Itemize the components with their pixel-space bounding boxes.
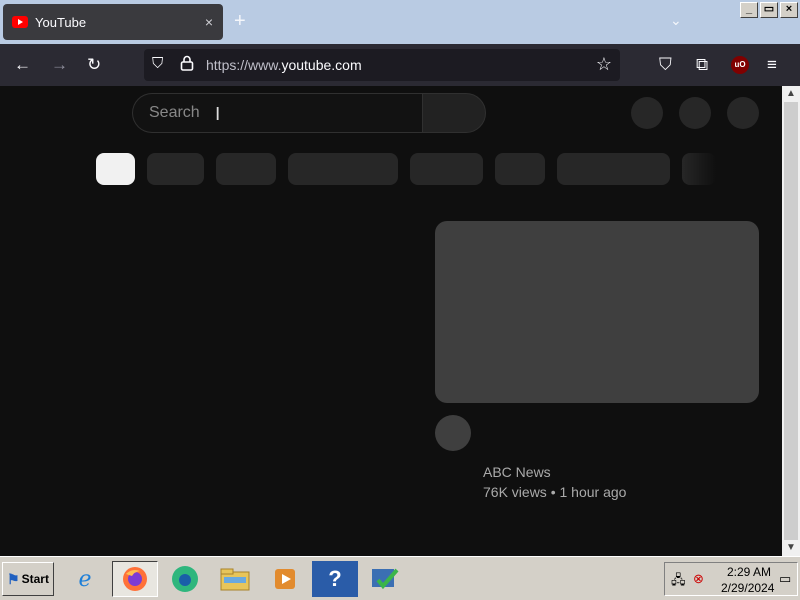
firefox-icon[interactable] <box>112 561 158 597</box>
search-input[interactable]: Search <box>149 104 200 122</box>
minimize-button[interactable]: _ <box>740 2 758 18</box>
chip-placeholder[interactable] <box>288 153 398 185</box>
channel-name[interactable]: ABC News <box>483 464 551 480</box>
url-bar[interactable]: ⛉ https://www.youtube.com ☆ <box>144 49 620 81</box>
reload-icon[interactable]: ↻ <box>87 55 101 75</box>
chip-placeholder[interactable] <box>495 153 545 185</box>
chip-placeholder[interactable] <box>216 153 276 185</box>
list-all-tabs-button[interactable]: ⌄ <box>670 12 682 29</box>
url-text[interactable]: https://www.youtube.com <box>206 57 362 73</box>
forward-icon[interactable]: → <box>51 55 68 75</box>
bookmark-star-icon[interactable]: ☆ <box>596 54 612 75</box>
taskbar: ⚑ Start ℯ ? 🖧 ⊗ 2:29 AM 2/29/2024 ▭ <box>0 556 800 600</box>
new-tab-button[interactable]: + <box>234 11 246 31</box>
volume-muted-icon[interactable]: ⊗ <box>693 571 704 587</box>
search-button[interactable] <box>422 93 486 133</box>
pocket-icon[interactable]: ⛉ <box>659 55 672 75</box>
windows-logo-icon: ⚑ <box>7 570 20 587</box>
avatar-button-placeholder[interactable] <box>727 97 759 129</box>
edge-icon[interactable] <box>162 561 208 597</box>
chip-placeholder[interactable] <box>557 153 670 185</box>
tab-title: YouTube <box>35 14 87 30</box>
chip-placeholder[interactable] <box>410 153 483 185</box>
back-icon[interactable]: ← <box>14 55 31 75</box>
scroll-up-arrow-icon[interactable]: ▲ <box>782 86 800 102</box>
file-explorer-icon[interactable] <box>212 561 258 597</box>
text-cursor-icon: I <box>215 104 221 125</box>
youtube-favicon-icon <box>12 16 28 28</box>
system-tray: 🖧 ⊗ 2:29 AM 2/29/2024 ▭ <box>664 562 798 596</box>
start-button[interactable]: ⚑ Start <box>2 562 54 596</box>
network-icon[interactable]: 🖧 <box>671 571 686 593</box>
tracking-protection-icon[interactable]: ⛉ <box>152 55 163 72</box>
lock-icon[interactable] <box>180 55 194 75</box>
create-button-placeholder[interactable] <box>631 97 663 129</box>
channel-avatar-placeholder[interactable] <box>435 415 471 451</box>
menu-icon[interactable]: ≡ <box>767 55 777 75</box>
ublock-origin-icon[interactable]: uO <box>731 56 749 74</box>
tab-youtube[interactable]: YouTube × <box>3 4 223 40</box>
nav-toolbar: ← → ↻ ⛉ https://www.youtube.com ☆ ⛉ ⧉ uO… <box>0 44 800 86</box>
search-box[interactable]: Search I <box>132 93 422 133</box>
clock-time[interactable]: 2:29 AM <box>727 565 771 579</box>
tasks-icon[interactable] <box>362 561 408 597</box>
scroll-thumb[interactable] <box>784 102 798 540</box>
scroll-down-arrow-icon[interactable]: ▼ <box>782 540 800 556</box>
notifications-button-placeholder[interactable] <box>679 97 711 129</box>
tab-strip: YouTube × + ⌄ _ ▭ × <box>0 0 800 44</box>
chip-active[interactable] <box>96 153 135 185</box>
tab-close-icon[interactable]: × <box>205 14 213 30</box>
internet-explorer-icon[interactable]: ℯ <box>62 561 108 597</box>
window-controls: _ ▭ × <box>740 2 798 18</box>
page-scrollbar[interactable]: ▲ ▼ <box>782 86 800 556</box>
chip-placeholder[interactable] <box>147 153 204 185</box>
video-thumbnail-placeholder[interactable] <box>435 221 759 403</box>
extensions-icon[interactable]: ⧉ <box>696 55 708 75</box>
show-desktop-icon[interactable]: ▭ <box>779 571 791 587</box>
youtube-page: Search I ABC News 76K views • 1 hour ago <box>0 86 782 556</box>
video-meta: 76K views • 1 hour ago <box>483 484 627 500</box>
chip-placeholder-faded[interactable] <box>682 153 716 185</box>
restore-button[interactable]: ▭ <box>760 2 778 18</box>
close-window-button[interactable]: × <box>780 2 798 18</box>
help-icon[interactable]: ? <box>312 561 358 597</box>
media-player-icon[interactable] <box>262 561 308 597</box>
screen: YouTube × + ⌄ _ ▭ × ← → ↻ ⛉ https://www.… <box>0 0 800 600</box>
clock-date[interactable]: 2/29/2024 <box>721 581 774 595</box>
start-label: Start <box>21 572 49 586</box>
